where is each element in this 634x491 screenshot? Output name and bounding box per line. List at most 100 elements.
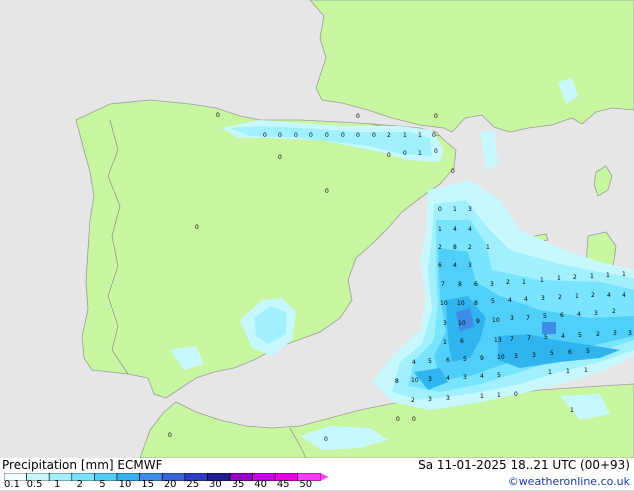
map-value: 4: [446, 375, 450, 382]
map-value: 1: [443, 339, 447, 346]
map-value: 1: [590, 273, 594, 280]
map-value: 0: [309, 132, 313, 139]
map-value: 4: [622, 292, 626, 299]
color-scale-tick: 40: [254, 479, 267, 490]
map-value: 3: [613, 330, 617, 337]
precipitation-map[interactable]: 0 0 0 0 0 0 0 0 0 0 0 2 1 1 0 0 0 1 0 0 …: [0, 0, 634, 458]
map-value: 4: [561, 333, 565, 340]
color-scale-tick: 5: [99, 479, 106, 490]
map-value: 0: [451, 168, 455, 175]
map-value: 7: [526, 315, 530, 322]
map-value: 0: [514, 391, 518, 398]
credit-link[interactable]: ©weatheronline.co.uk: [508, 475, 630, 489]
map-value: 1: [522, 279, 526, 286]
map-value: 1: [418, 132, 422, 139]
map-value: 6: [560, 312, 564, 319]
map-value: 10: [411, 377, 419, 384]
color-scale-tick: 2: [76, 479, 83, 490]
map-value: 0: [434, 113, 438, 120]
map-value: 6: [460, 338, 464, 345]
map-value: 1: [480, 393, 484, 400]
map-value: 2: [387, 132, 391, 139]
map-value: 6: [568, 349, 572, 356]
color-scale-tick: 20: [163, 479, 177, 490]
map-value: 0: [263, 132, 267, 139]
map-value: 0: [372, 132, 376, 139]
map-value: 4: [468, 226, 472, 233]
map-value: 1: [486, 244, 490, 251]
map-value: 1: [622, 271, 626, 278]
map-value: 4: [577, 311, 581, 318]
color-scale-tick: 15: [141, 479, 154, 490]
map-value: 5: [544, 334, 548, 341]
map-value: 6: [438, 262, 442, 269]
map-value: 3: [443, 320, 447, 327]
map-value: 10: [440, 300, 448, 307]
map-value: 0: [438, 206, 442, 213]
map-value: 4: [453, 262, 457, 269]
map-value: 6: [446, 357, 450, 364]
map-value: 1: [403, 132, 407, 139]
map-value: 1: [570, 407, 574, 414]
map-value: 1: [566, 368, 570, 375]
map-value: 3: [428, 376, 432, 383]
map-value: 2: [468, 244, 472, 251]
map-value: 3: [510, 315, 514, 322]
map-value: 9: [480, 355, 484, 362]
map-value: 1: [557, 275, 561, 282]
map-value: 10: [492, 317, 500, 324]
map-value: 0: [278, 154, 282, 161]
map-value: 1: [438, 226, 442, 233]
map-value: 0: [356, 113, 360, 120]
map-value: 4: [480, 373, 484, 380]
map-value: 1: [548, 369, 552, 376]
map-value: 3: [463, 374, 467, 381]
map-value: 4: [453, 226, 457, 233]
map-value: 1: [606, 272, 610, 279]
map-value: 0: [356, 132, 360, 139]
map-value: 2: [612, 308, 616, 315]
map-value: 0: [325, 132, 329, 139]
map-value: 0: [387, 152, 391, 159]
map-value: 0: [341, 132, 345, 139]
map-value: 3: [428, 396, 432, 403]
legend-footer: Precipitation [mm] ECMWF Sa 11-01-2025 1…: [0, 458, 634, 490]
map-value: 4: [508, 297, 512, 304]
map-value: 0: [278, 132, 282, 139]
product-label: Precipitation [mm]: [2, 458, 114, 472]
map-value: 5: [428, 358, 432, 365]
map-value: 0: [412, 416, 416, 423]
map-value: 0: [324, 436, 328, 443]
map-value: 5: [586, 348, 590, 355]
map-value: 2: [596, 331, 600, 338]
map-value: 3: [468, 262, 472, 269]
map-value: 0: [325, 188, 329, 195]
valid-time: Sa 11-01-2025 18..21 UTC (00+93): [418, 458, 630, 472]
color-scale-tick: 45: [276, 479, 290, 490]
map-value: 0: [195, 224, 199, 231]
map-value: 7: [441, 281, 445, 288]
map-value: 7: [527, 335, 531, 342]
map-value: 1: [575, 293, 579, 300]
map-value: 2: [573, 274, 577, 281]
map-value: 2: [411, 397, 415, 404]
map-value: 8: [453, 244, 457, 251]
product-title: Precipitation [mm] ECMWF: [2, 458, 162, 472]
map-value: 1: [418, 150, 422, 157]
map-value: 5: [578, 332, 582, 339]
color-scale-tick: 1: [54, 479, 61, 490]
map-value: 3: [532, 352, 536, 359]
map-value: 7: [510, 336, 514, 343]
map-value: 5: [550, 350, 554, 357]
map-value: 0: [396, 416, 400, 423]
color-scale-tick: 10: [118, 479, 132, 490]
color-scale-tick: 0.1: [4, 479, 20, 490]
model-name: ECMWF: [117, 458, 163, 472]
map-value: 10: [497, 354, 505, 361]
map-value: 8: [458, 281, 462, 288]
color-scale-tick: 50: [299, 479, 313, 490]
map-value: 13: [494, 337, 502, 344]
map-value: 3: [468, 206, 472, 213]
map-value: 2: [591, 292, 595, 299]
map-value: 2: [438, 244, 442, 251]
